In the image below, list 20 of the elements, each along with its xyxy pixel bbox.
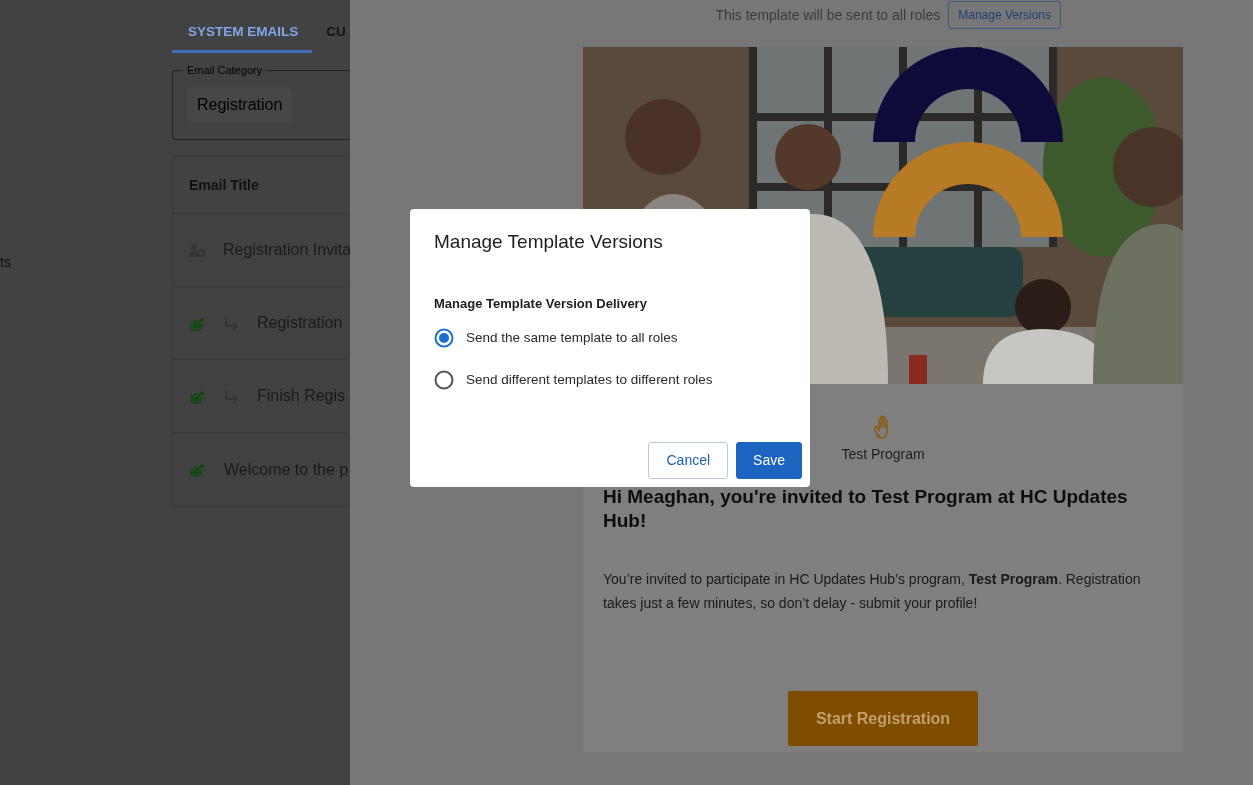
radio-button[interactable]: [434, 369, 454, 390]
category-chip[interactable]: Registration: [187, 87, 293, 123]
tab[interactable]: SYSTEM EMAILS: [172, 0, 313, 53]
radio-button[interactable]: [434, 328, 454, 349]
modal-title: Manage Template Versions: [434, 231, 664, 254]
cancel-button[interactable]: Cancel: [648, 442, 729, 479]
option-label[interactable]: Send the same template to all roles: [466, 328, 678, 349]
notice-text: This template will be sent to all roles: [715, 5, 941, 25]
save-button[interactable]: Save: [736, 442, 802, 479]
start-registration-button[interactable]: Start Registration: [788, 691, 978, 746]
gear-sparkle-icon: [189, 315, 206, 331]
section-label: Manage Template Version Delivery: [434, 294, 648, 313]
option-label[interactable]: Send different templates to different roles: [466, 369, 713, 390]
field-label: Email Category: [183, 63, 267, 77]
email-body-text: You’re invited to participate in HC Updates Hub’s program, Test Program. Registration takes just a few minutes, so don’t delay - submit your profile!: [603, 570, 1142, 613]
manage-versions-button[interactable]: Manage Versions: [948, 1, 1061, 29]
gear-sparkle-icon: [189, 388, 206, 404]
gear-sparkle-icon: [189, 462, 206, 477]
email-heading: Hi Meaghan, you're invited to Test Program at HC Updates Hub!: [603, 485, 1129, 533]
program-name: Test Program: [841, 445, 925, 464]
